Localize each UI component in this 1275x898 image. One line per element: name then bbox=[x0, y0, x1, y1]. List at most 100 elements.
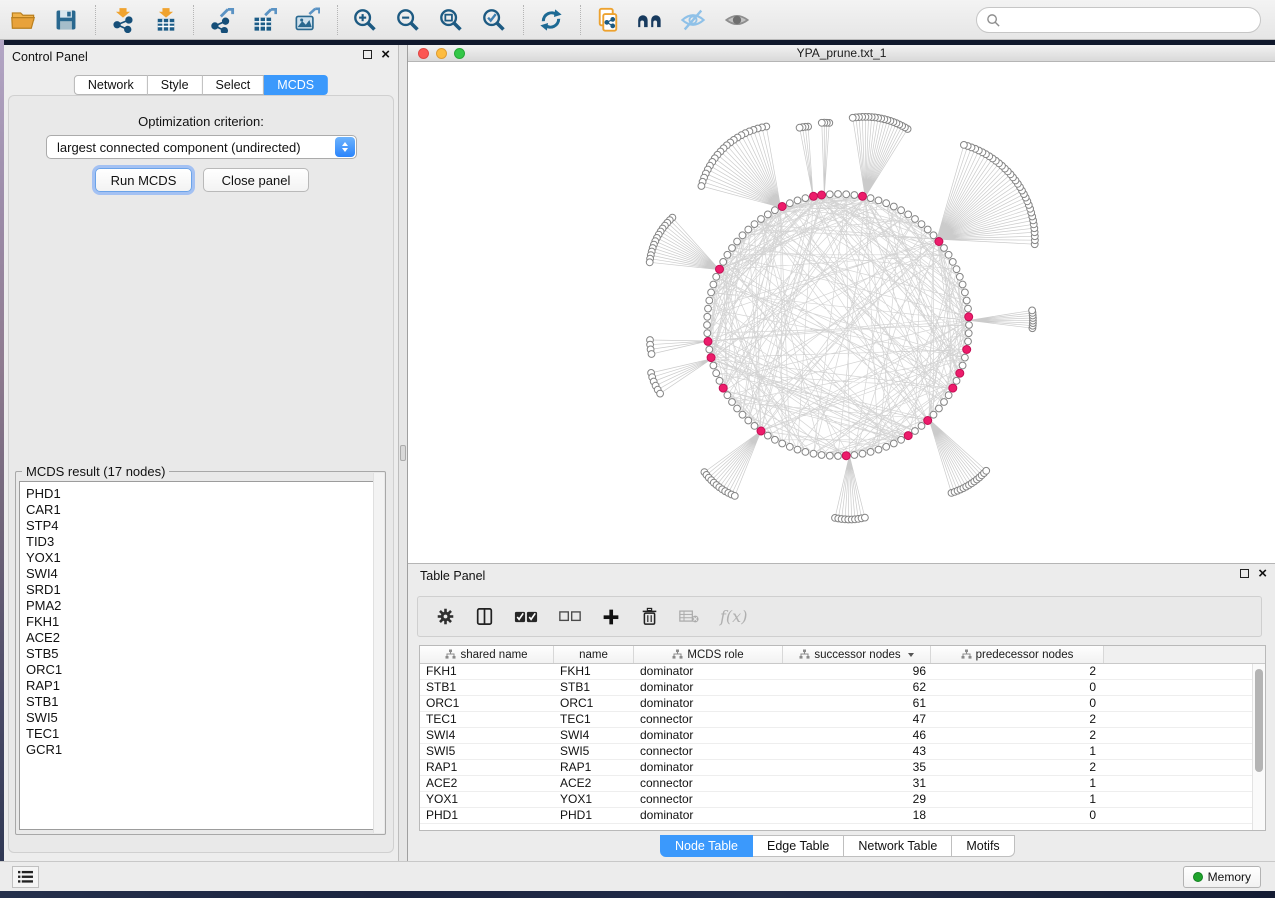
memory-button[interactable]: Memory bbox=[1183, 866, 1261, 888]
cell-shared-name: STB1 bbox=[420, 680, 554, 695]
mcds-result-group: MCDS result (17 nodes) PHD1CAR1STP4TID3Y… bbox=[15, 471, 386, 835]
cell-shared-name: SWI5 bbox=[420, 744, 554, 759]
cell-predecessor-nodes: 2 bbox=[931, 664, 1104, 679]
hide-selected-icon bbox=[680, 7, 706, 33]
column-header-MCDS-role[interactable]: MCDS role bbox=[634, 646, 783, 663]
delete-icon[interactable] bbox=[641, 607, 658, 626]
tab-network-table[interactable]: Network Table bbox=[844, 835, 952, 857]
optimization-criterion-select[interactable]: largest connected component (undirected) bbox=[46, 135, 357, 159]
tab-edge-table[interactable]: Edge Table bbox=[753, 835, 844, 857]
table-row[interactable]: PHD1PHD1dominator180 bbox=[420, 808, 1265, 824]
result-node-item[interactable]: GCR1 bbox=[20, 742, 381, 758]
refresh-button[interactable] bbox=[533, 3, 569, 37]
zoom-out-button[interactable] bbox=[390, 3, 426, 37]
table-row[interactable]: SWI4SWI4dominator462 bbox=[420, 728, 1265, 744]
import-network-button[interactable] bbox=[105, 3, 141, 37]
result-node-item[interactable]: SWI5 bbox=[20, 710, 381, 726]
result-node-item[interactable]: SRD1 bbox=[20, 582, 381, 598]
table-row[interactable]: SWI5SWI5connector431 bbox=[420, 744, 1265, 760]
close-panel-button[interactable]: Close panel bbox=[203, 168, 309, 192]
export-image-button[interactable] bbox=[289, 3, 325, 37]
tab-node-table[interactable]: Node Table bbox=[660, 835, 753, 857]
close-window-icon[interactable]: × bbox=[1258, 569, 1267, 578]
column-header-shared-name[interactable]: shared name bbox=[420, 646, 554, 663]
table-row[interactable]: TEC1TEC1connector472 bbox=[420, 712, 1265, 728]
export-network-button[interactable] bbox=[204, 3, 240, 37]
result-node-item[interactable]: PMA2 bbox=[20, 598, 381, 614]
result-list-scrollbar[interactable] bbox=[373, 473, 384, 833]
run-mcds-button[interactable]: Run MCDS bbox=[95, 168, 192, 192]
column-header-successor-nodes[interactable]: successor nodes bbox=[783, 646, 931, 663]
result-node-item[interactable]: ACE2 bbox=[20, 630, 381, 646]
columns-icon[interactable] bbox=[476, 607, 493, 626]
float-window-icon[interactable] bbox=[363, 50, 372, 59]
select-all-icon[interactable] bbox=[514, 610, 538, 624]
show-all-icon bbox=[724, 7, 750, 33]
zoom-in-icon bbox=[352, 7, 378, 33]
column-header-name[interactable]: name bbox=[554, 646, 634, 663]
panel-splitter[interactable] bbox=[398, 45, 408, 861]
close-window-icon[interactable]: × bbox=[381, 50, 390, 59]
result-node-item[interactable]: PHD1 bbox=[20, 486, 381, 502]
minimize-traffic-light-icon[interactable] bbox=[436, 48, 447, 59]
node-table-body: FKH1FKH1dominator962STB1STB1dominator620… bbox=[420, 664, 1265, 824]
close-traffic-light-icon[interactable] bbox=[418, 48, 429, 59]
open-file-icon bbox=[10, 7, 36, 33]
save-button[interactable] bbox=[48, 3, 84, 37]
clone-network-button[interactable] bbox=[590, 3, 626, 37]
export-table-button[interactable] bbox=[246, 3, 282, 37]
import-table-button[interactable] bbox=[148, 3, 184, 37]
zoom-selected-button[interactable] bbox=[476, 3, 512, 37]
cell-MCDS-role: dominator bbox=[634, 664, 783, 679]
result-node-item[interactable]: ORC1 bbox=[20, 662, 381, 678]
cell-name: YOX1 bbox=[554, 792, 634, 807]
network-canvas[interactable] bbox=[408, 62, 1275, 563]
float-window-icon[interactable] bbox=[1240, 569, 1249, 578]
tab-select[interactable]: Select bbox=[203, 75, 265, 95]
result-node-item[interactable]: STB5 bbox=[20, 646, 381, 662]
node-table-header: shared namenameMCDS rolesuccessor nodesp… bbox=[420, 646, 1265, 664]
result-node-item[interactable]: CAR1 bbox=[20, 502, 381, 518]
tab-style[interactable]: Style bbox=[148, 75, 203, 95]
network-window-titlebar[interactable]: YPA_prune.txt_1 bbox=[408, 45, 1275, 62]
table-scrollbar[interactable] bbox=[1252, 664, 1265, 830]
memory-status-icon bbox=[1193, 872, 1203, 882]
cell-shared-name: YOX1 bbox=[420, 792, 554, 807]
result-node-item[interactable]: SWI4 bbox=[20, 566, 381, 582]
tab-network[interactable]: Network bbox=[74, 75, 148, 95]
splitter-grip[interactable] bbox=[400, 445, 406, 461]
table-row[interactable]: RAP1RAP1dominator352 bbox=[420, 760, 1265, 776]
table-row[interactable]: FKH1FKH1dominator962 bbox=[420, 664, 1265, 680]
result-node-item[interactable]: YOX1 bbox=[20, 550, 381, 566]
gear-icon[interactable] bbox=[436, 607, 455, 626]
table-row[interactable]: STB1STB1dominator620 bbox=[420, 680, 1265, 696]
table-row[interactable]: ACE2ACE2connector311 bbox=[420, 776, 1265, 792]
cell-name: PHD1 bbox=[554, 808, 634, 823]
add-icon[interactable] bbox=[602, 608, 620, 626]
result-node-item[interactable]: STB1 bbox=[20, 694, 381, 710]
search-input[interactable] bbox=[1007, 12, 1251, 28]
column-header-predecessor-nodes[interactable]: predecessor nodes bbox=[931, 646, 1104, 663]
table-row[interactable]: YOX1YOX1connector291 bbox=[420, 792, 1265, 808]
table-scrollbar-thumb[interactable] bbox=[1255, 669, 1263, 772]
first-neighbors-icon bbox=[637, 7, 663, 33]
open-file-button[interactable] bbox=[5, 3, 41, 37]
show-all-button[interactable] bbox=[719, 3, 755, 37]
result-node-item[interactable]: TID3 bbox=[20, 534, 381, 550]
zoom-fit-button[interactable] bbox=[433, 3, 469, 37]
first-neighbors-button[interactable] bbox=[632, 3, 668, 37]
cell-shared-name: FKH1 bbox=[420, 664, 554, 679]
result-node-item[interactable]: STP4 bbox=[20, 518, 381, 534]
tab-mcds[interactable]: MCDS bbox=[264, 75, 328, 95]
hide-selected-button[interactable] bbox=[675, 3, 711, 37]
result-node-item[interactable]: RAP1 bbox=[20, 678, 381, 694]
zoom-fit-icon bbox=[438, 7, 464, 33]
zoom-in-button[interactable] bbox=[347, 3, 383, 37]
tab-motifs[interactable]: Motifs bbox=[952, 835, 1014, 857]
result-node-item[interactable]: FKH1 bbox=[20, 614, 381, 630]
maximize-traffic-light-icon[interactable] bbox=[454, 48, 465, 59]
deselect-all-icon[interactable] bbox=[559, 611, 581, 623]
result-node-item[interactable]: TEC1 bbox=[20, 726, 381, 742]
menu-button[interactable] bbox=[12, 866, 39, 888]
table-row[interactable]: ORC1ORC1dominator610 bbox=[420, 696, 1265, 712]
